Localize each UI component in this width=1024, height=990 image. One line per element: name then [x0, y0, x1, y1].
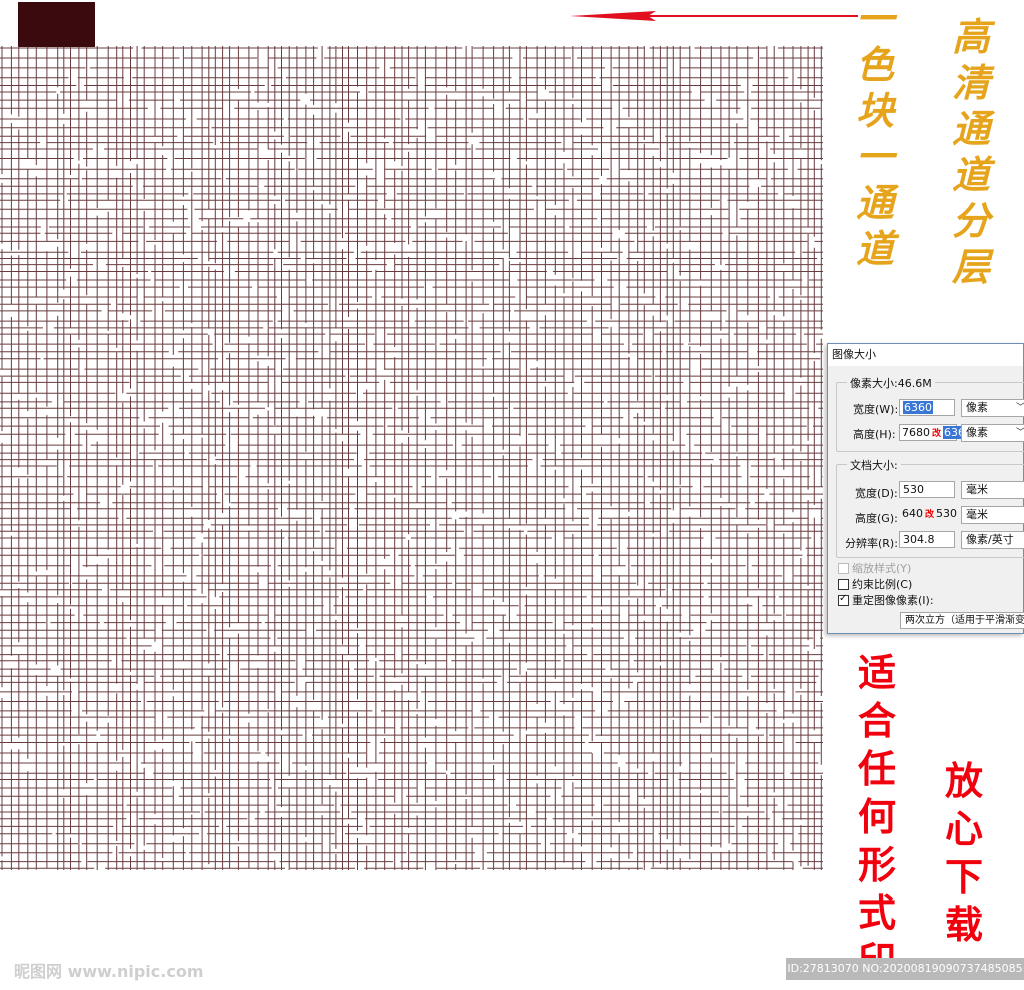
document-size-label: 文档大小:: [847, 457, 901, 473]
annotation-download-safely: 放心下载: [945, 762, 983, 954]
annotation-char: 分: [952, 198, 991, 243]
resolution-unit-select[interactable]: 像素/英寸: [961, 531, 1024, 549]
annotation-char: 载: [945, 902, 984, 947]
annotation-char: 下: [945, 854, 984, 899]
height-input[interactable]: 7680 改 6360: [899, 424, 974, 441]
chevron-down-icon: ﹀: [1016, 400, 1024, 416]
annotation-char: 形: [858, 842, 897, 887]
resolution-input[interactable]: 304.8: [899, 531, 955, 548]
annotation-one-channel-per-color: 一色块一通道: [856, 0, 894, 276]
annotation-char: 合: [858, 698, 897, 743]
annotation-char: 放: [945, 758, 984, 803]
left-arrow-icon: [570, 11, 858, 21]
annotation-char: 何: [858, 794, 897, 839]
annotation-char: 块: [856, 88, 895, 133]
annotation-hd-channel-layers: 高清通道分层: [952, 18, 990, 294]
doc-height-unit-select[interactable]: 毫米: [961, 506, 1024, 524]
annotation-char: 通: [952, 106, 991, 151]
grid-texture: [0, 46, 823, 870]
document-size-group: 文档大小: 宽度(D): 530 毫米 高度(G): 640 改 530 毫米 分辨…: [836, 457, 1024, 558]
width-input[interactable]: 6360: [899, 399, 955, 416]
doc-width-unit-select[interactable]: 毫米: [961, 481, 1024, 499]
resample-image-checkbox[interactable]: 重定图像像素(I):: [838, 592, 934, 608]
annotation-char: 道: [856, 226, 895, 271]
constrain-proportions-checkbox[interactable]: 约束比例(C): [838, 576, 912, 592]
doc-height-input[interactable]: 640 改 530: [899, 506, 957, 523]
annotation-char: 一: [856, 0, 895, 41]
annotation-suitable-for-print: 适合任何形式印: [858, 654, 896, 990]
height-unit-select[interactable]: 像素﹀: [961, 424, 1024, 442]
watermark-right: ID:27813070 NO:20200819090737485085: [786, 958, 1024, 980]
width-unit-select[interactable]: 像素﹀: [961, 399, 1024, 417]
annotation-char: 心: [945, 806, 984, 851]
image-size-dialog: 图像大小 像素大小:46.6M 宽度(W): 6360 像素﹀ 高度(H): 7…: [827, 343, 1024, 634]
annotation-char: 式: [858, 890, 897, 935]
annotation-char: 高: [952, 14, 991, 59]
annotation-char: 道: [952, 152, 991, 197]
chevron-down-icon: ﹀: [1016, 425, 1024, 441]
annotation-char: 色: [856, 42, 895, 87]
annotation-char: 层: [952, 244, 991, 289]
pixel-dimensions-label: 像素大小:46.6M: [847, 375, 935, 391]
annotation-char: 清: [952, 60, 991, 105]
resample-method-select[interactable]: 两次立方（适用于平滑渐变）: [900, 612, 1024, 629]
pixel-dimensions-group: 像素大小:46.6M 宽度(W): 6360 像素﹀ 高度(H): 7680改6…: [836, 375, 1024, 452]
annotation-char: 适: [858, 650, 897, 695]
watermark-left: 昵图网 www.nipic.com: [14, 962, 204, 981]
annotation-char: 任: [858, 746, 897, 791]
height-label: 高度(H):: [853, 428, 896, 441]
doc-width-input[interactable]: 530: [899, 481, 955, 498]
dialog-title: 图像大小: [828, 344, 1023, 366]
resolution-label: 分辨率(R):: [845, 537, 898, 550]
doc-height-label: 高度(G):: [855, 512, 898, 525]
color-swatch: [18, 2, 95, 47]
scale-styles-checkbox[interactable]: 缩放样式(Y): [838, 560, 911, 576]
width-label: 宽度(W):: [853, 403, 899, 416]
doc-width-label: 宽度(D):: [855, 487, 898, 500]
grid-lines: [0, 46, 823, 870]
annotation-char: 通: [856, 180, 895, 225]
annotation-char: 一: [856, 134, 895, 179]
